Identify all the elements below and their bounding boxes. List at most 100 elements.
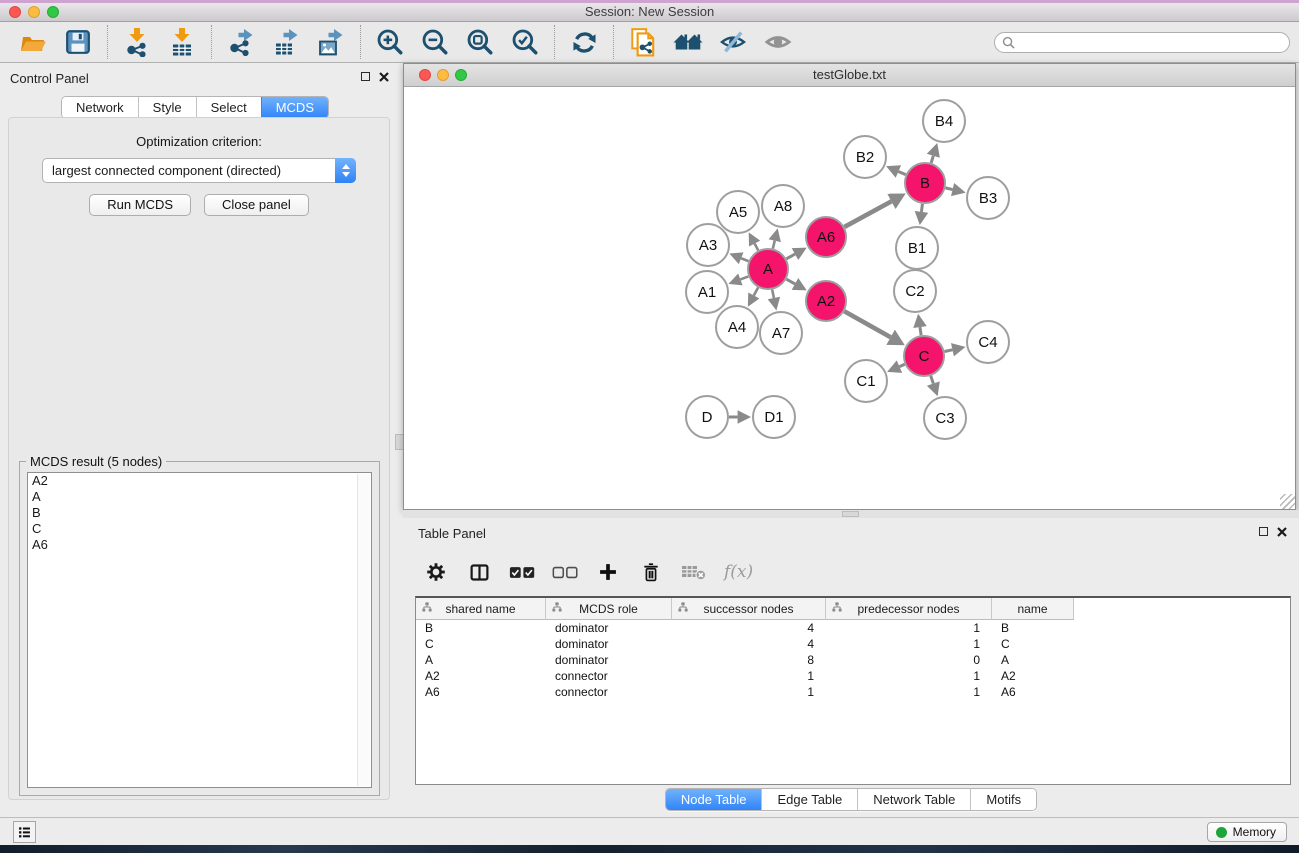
column-header-predecessor-nodes[interactable]: predecessor nodes <box>826 598 992 620</box>
mcds-result-item[interactable]: B <box>28 505 371 521</box>
graph-node-A4[interactable]: A4 <box>716 306 758 348</box>
graph-node-A6[interactable]: A6 <box>806 217 846 257</box>
graph-node-A2[interactable]: A2 <box>806 281 846 321</box>
close-network-view-button[interactable] <box>419 69 431 81</box>
open-file-button[interactable] <box>17 26 49 58</box>
graph-edge-B-B1[interactable] <box>921 204 922 212</box>
graph-edge-B-B2[interactable] <box>898 171 905 174</box>
scrollbar-track[interactable] <box>357 474 370 786</box>
search-input[interactable] <box>1019 34 1289 50</box>
graph-edge-C-C4[interactable] <box>945 350 953 352</box>
column-header-name[interactable]: name <box>992 598 1074 620</box>
graph-node-B3[interactable]: B3 <box>967 177 1009 219</box>
graph-edge-B-B3[interactable] <box>945 188 952 190</box>
graph-node-C2[interactable]: C2 <box>894 270 936 312</box>
zoom-selected-button[interactable] <box>509 26 541 58</box>
table-row[interactable]: Bdominator41B <box>416 620 1290 636</box>
close-panel-icon[interactable] <box>379 72 389 82</box>
tab-node-table[interactable]: Node Table <box>666 789 762 810</box>
table-row[interactable]: A6connector11A6 <box>416 684 1290 700</box>
graph-node-C1[interactable]: C1 <box>845 360 887 402</box>
tab-mcds[interactable]: MCDS <box>261 97 328 118</box>
tab-select[interactable]: Select <box>196 97 261 118</box>
graph-edge-A-A1[interactable] <box>740 276 748 279</box>
graph-node-A5[interactable]: A5 <box>717 191 759 233</box>
table-row[interactable]: A2connector11A2 <box>416 668 1290 684</box>
graph-node-B2[interactable]: B2 <box>844 136 886 178</box>
hide-graphics-details-button[interactable] <box>717 26 749 58</box>
graph-edge-C-C2[interactable] <box>920 327 921 335</box>
tab-motifs[interactable]: Motifs <box>970 789 1036 810</box>
zoom-in-button[interactable] <box>374 26 406 58</box>
function-builder-button[interactable]: f(x) <box>724 559 753 585</box>
graph-edge-A-A5[interactable] <box>755 244 759 251</box>
graph-node-A1[interactable]: A1 <box>686 271 728 313</box>
minimize-window-button[interactable] <box>28 6 40 18</box>
graph-edge-B-B4[interactable] <box>931 156 933 163</box>
close-panel-button[interactable]: Close panel <box>204 194 309 216</box>
graph-node-C[interactable]: C <box>904 336 944 376</box>
graph-edge-A-A4[interactable] <box>754 288 758 296</box>
import-table-button[interactable] <box>166 26 198 58</box>
network-window-titlebar[interactable]: testGlobe.txt <box>404 64 1295 87</box>
export-image-button[interactable] <box>315 26 347 58</box>
graph-edge-C-C1[interactable] <box>899 364 904 366</box>
tab-network[interactable]: Network <box>62 97 138 118</box>
tab-style[interactable]: Style <box>138 97 196 118</box>
graph-node-A8[interactable]: A8 <box>762 185 804 227</box>
graph-node-D1[interactable]: D1 <box>753 396 795 438</box>
horizontal-divider[interactable] <box>403 510 1299 518</box>
graph-node-B4[interactable]: B4 <box>923 100 965 142</box>
search-field[interactable] <box>994 32 1290 53</box>
graph-edge-A2-C[interactable] <box>844 311 890 337</box>
column-header-successor-nodes[interactable]: successor nodes <box>672 598 826 620</box>
mcds-result-item[interactable]: A2 <box>28 473 371 489</box>
zoom-window-button[interactable] <box>47 6 59 18</box>
tab-edge-table[interactable]: Edge Table <box>761 789 857 810</box>
show-graphics-details-button[interactable] <box>762 26 794 58</box>
deselect-all-button[interactable] <box>552 559 578 585</box>
graph-edge-A-A3[interactable] <box>741 258 748 261</box>
split-panel-button[interactable] <box>466 559 492 585</box>
column-header-shared-name[interactable]: shared name <box>416 598 546 620</box>
divider-grip-icon[interactable] <box>842 511 859 517</box>
mcds-result-item[interactable]: C <box>28 521 371 537</box>
graph-node-A3[interactable]: A3 <box>687 224 729 266</box>
zoom-out-button[interactable] <box>419 26 451 58</box>
float-panel-icon[interactable] <box>361 72 370 81</box>
mcds-result-item[interactable]: A <box>28 489 371 505</box>
delete-table-button[interactable] <box>681 559 707 585</box>
table-row[interactable]: Cdominator41C <box>416 636 1290 652</box>
save-session-button[interactable] <box>62 26 94 58</box>
new-session-from-network-button[interactable] <box>627 26 659 58</box>
add-column-button[interactable] <box>595 559 621 585</box>
refresh-button[interactable] <box>568 26 600 58</box>
network-canvas[interactable]: AA1A2A3A4A5A6A7A8BB1B2B3B4CC1C2C3C4DD1 <box>404 88 1295 509</box>
tab-network-table[interactable]: Network Table <box>857 789 970 810</box>
graph-node-B1[interactable]: B1 <box>896 227 938 269</box>
mcds-result-item[interactable]: A6 <box>28 537 371 553</box>
graph-edge-A-A6[interactable] <box>786 254 795 259</box>
graph-node-C3[interactable]: C3 <box>924 397 966 439</box>
export-table-button[interactable] <box>270 26 302 58</box>
table-row[interactable]: Adominator80A <box>416 652 1290 668</box>
task-history-button[interactable] <box>13 821 36 843</box>
import-network-button[interactable] <box>121 26 153 58</box>
close-panel-icon[interactable] <box>1277 527 1287 537</box>
export-network-button[interactable] <box>225 26 257 58</box>
optimization-criterion-select[interactable]: largest connected component (directed) <box>42 158 356 183</box>
graph-node-B[interactable]: B <box>905 163 945 203</box>
close-window-button[interactable] <box>9 6 21 18</box>
graph-edge-A-A2[interactable] <box>786 279 795 284</box>
delete-column-button[interactable] <box>638 559 664 585</box>
table-settings-button[interactable] <box>423 559 449 585</box>
minimize-network-view-button[interactable] <box>437 69 449 81</box>
float-panel-icon[interactable] <box>1259 527 1268 536</box>
graph-edge-A6-B[interactable] <box>844 201 891 227</box>
graph-edge-A-A8[interactable] <box>773 241 775 249</box>
resize-grip-icon[interactable] <box>1280 494 1295 509</box>
home-button[interactable] <box>672 26 704 58</box>
select-all-button[interactable] <box>509 559 535 585</box>
column-header-MCDS-role[interactable]: MCDS role <box>546 598 672 620</box>
graph-node-A7[interactable]: A7 <box>760 312 802 354</box>
